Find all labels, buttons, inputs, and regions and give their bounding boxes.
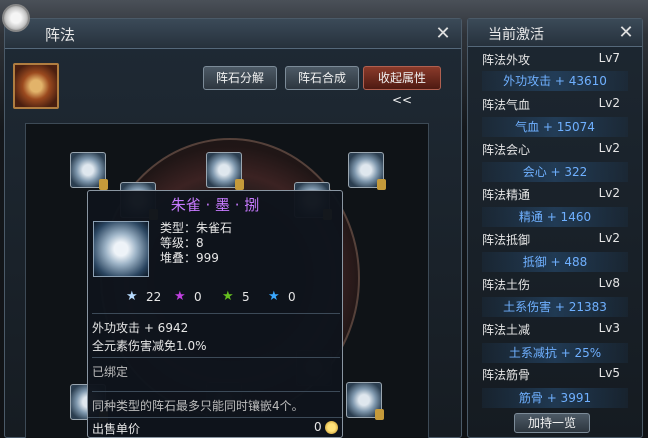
close-icon[interactable]: ✕ xyxy=(433,24,453,44)
stat-name: 阵法精通 xyxy=(482,188,531,202)
item-stack: 堆叠：999 xyxy=(160,251,219,265)
lock-icon xyxy=(375,409,384,420)
stat-level: Lv2 xyxy=(598,186,620,200)
stat-level: Lv2 xyxy=(598,141,620,155)
stat-level: Lv2 xyxy=(598,231,620,245)
sell-label: 出售单价 xyxy=(92,422,141,436)
sell-price: 0 xyxy=(314,420,322,434)
bonus-list-button[interactable]: 加持一览 xyxy=(514,413,590,433)
stat-level: Lv8 xyxy=(598,276,620,290)
gem-slot[interactable] xyxy=(348,152,386,190)
stat-level: Lv7 xyxy=(598,51,620,65)
lock-icon xyxy=(99,179,108,190)
gem-slot[interactable] xyxy=(346,382,384,420)
stat-name: 阵法抵御 xyxy=(482,233,531,247)
stat-level: Lv2 xyxy=(598,96,620,110)
item-stat-attack: 外功攻击 + 6942 xyxy=(92,321,189,335)
side-title-bar[interactable]: 当前激活 ✕ xyxy=(468,19,642,47)
item-stat-reduction: 全元素伤害减免1.0% xyxy=(92,339,207,353)
sell-price-row: 出售单价 0 xyxy=(88,417,342,437)
divider xyxy=(92,357,340,358)
collapse-attributes-button[interactable]: 收起属性<< xyxy=(363,66,441,107)
gem-count: 0 xyxy=(288,290,296,304)
stat-name: 阵法会心 xyxy=(482,143,531,157)
synthesize-button[interactable]: 阵石合成 xyxy=(285,66,359,90)
divider xyxy=(92,313,340,314)
stat-bonus: 筋骨 + 3991 xyxy=(482,388,628,408)
stat-bonus: 精通 + 1460 xyxy=(482,207,628,227)
purple-star-icon: ★ xyxy=(174,289,186,304)
stat-name: 阵法土伤 xyxy=(482,278,531,292)
decompose-button[interactable]: 阵石分解 xyxy=(203,66,277,90)
stat-name: 阵法土减 xyxy=(482,323,531,337)
stat-level: Lv3 xyxy=(598,321,620,335)
stat-bonus: 气血 + 15074 xyxy=(482,117,628,137)
stat-bonus: 土系伤害 + 21383 xyxy=(482,297,628,317)
stat-name: 阵法外攻 xyxy=(482,53,531,67)
side-panel-title: 当前激活 xyxy=(488,27,544,43)
item-tooltip: 朱雀 · 墨 · 捌 类型：朱雀石 等级：8 堆叠：999 ★ 22 ★ 0 ★… xyxy=(87,190,343,438)
stat-bonus: 土系减抗 + 25% xyxy=(482,343,628,363)
item-name: 朱雀 · 墨 · 捌 xyxy=(170,196,260,214)
gem-count: 0 xyxy=(194,290,202,304)
stat-bonus: 抵御 + 488 xyxy=(482,252,628,272)
bound-status: 已绑定 xyxy=(92,365,129,379)
gem-slot[interactable] xyxy=(70,152,108,190)
active-bonus-panel: 当前激活 ✕ 阵法外攻 Lv7 外功攻击 + 43610 阵法气血 Lv2 气血… xyxy=(467,18,643,438)
divider xyxy=(92,391,340,392)
cyan-star-icon: ★ xyxy=(268,289,280,304)
coin-icon xyxy=(325,421,338,434)
gem-counts: ★ 22 ★ 0 ★ 5 ★ 0 xyxy=(88,287,342,309)
item-icon xyxy=(93,221,149,277)
stat-level: Lv5 xyxy=(598,366,620,380)
green-star-icon: ★ xyxy=(222,289,234,304)
item-note: 同种类型的阵石最多只能同时镶嵌4个。 xyxy=(92,399,304,413)
close-icon[interactable]: ✕ xyxy=(616,23,636,43)
title-bar[interactable]: 阵法 ✕ xyxy=(5,19,461,49)
stat-bonus: 外功攻击 + 43610 xyxy=(482,71,628,91)
gem-slot[interactable] xyxy=(206,152,244,190)
menu-logo-icon[interactable] xyxy=(2,4,30,32)
stat-name: 阵法筋骨 xyxy=(482,368,531,382)
lock-icon xyxy=(377,179,386,190)
gem-count: 22 xyxy=(146,290,162,304)
formation-avatar[interactable] xyxy=(13,63,59,109)
stat-name: 阵法气血 xyxy=(482,98,531,112)
blue-star-icon: ★ xyxy=(126,289,138,304)
gem-count: 5 xyxy=(242,290,250,304)
lock-icon xyxy=(235,179,244,190)
stat-bonus: 会心 + 322 xyxy=(482,162,628,182)
panel-title: 阵法 xyxy=(45,26,76,44)
